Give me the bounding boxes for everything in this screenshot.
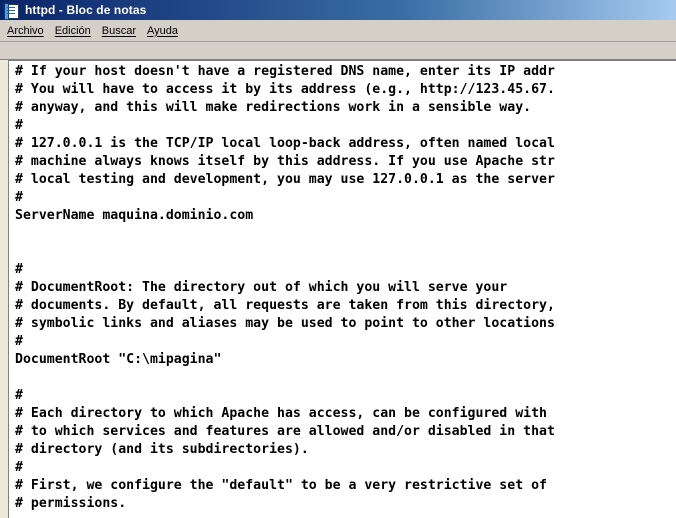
editor-line[interactable]: # symbolic links and aliases may be used…: [15, 315, 676, 333]
window-title: httpd - Bloc de notas: [25, 3, 147, 17]
menu-ayuda[interactable]: Ayuda: [142, 25, 183, 37]
notepad-icon: [4, 2, 20, 20]
text-editor-area[interactable]: # If your host doesn't have a registered…: [8, 60, 676, 518]
editor-line[interactable]: ​: [15, 369, 676, 387]
editor-line[interactable]: ​: [15, 225, 676, 243]
menu-archivo[interactable]: Archivo: [2, 25, 49, 37]
editor-line[interactable]: # local testing and development, you may…: [15, 171, 676, 189]
editor-line[interactable]: # machine always knows itself by this ad…: [15, 153, 676, 171]
editor-line[interactable]: #: [15, 117, 676, 135]
menu-divider: [0, 41, 676, 42]
editor-line[interactable]: # permissions.: [15, 495, 676, 513]
editor-line[interactable]: DocumentRoot "C:\mipagina": [15, 351, 676, 369]
editor-line[interactable]: # documents. By default, all requests ar…: [15, 297, 676, 315]
menu-bar: Archivo Edición Buscar Ayuda: [0, 20, 676, 60]
notepad-window: httpd - Bloc de notas Archivo Edición Bu…: [0, 0, 676, 518]
editor-line[interactable]: # First, we configure the "default" to b…: [15, 477, 676, 495]
editor-line[interactable]: # anyway, and this will make redirection…: [15, 99, 676, 117]
title-bar[interactable]: httpd - Bloc de notas: [0, 0, 676, 20]
menu-edicion[interactable]: Edición: [50, 25, 96, 37]
editor-line[interactable]: # directory (and its subdirectories).: [15, 441, 676, 459]
editor-line[interactable]: # If your host doesn't have a registered…: [15, 63, 676, 81]
editor-line[interactable]: ​: [15, 243, 676, 261]
menu-buscar[interactable]: Buscar: [97, 25, 141, 37]
editor-line[interactable]: #: [15, 261, 676, 279]
editor-line[interactable]: # Each directory to which Apache has acc…: [15, 405, 676, 423]
editor-line[interactable]: # 127.0.0.1 is the TCP/IP local loop-bac…: [15, 135, 676, 153]
editor-line[interactable]: # DocumentRoot: The directory out of whi…: [15, 279, 676, 297]
editor-line[interactable]: ServerName maquina.dominio.com: [15, 207, 676, 225]
editor-line[interactable]: #: [15, 459, 676, 477]
editor-content[interactable]: # If your host doesn't have a registered…: [9, 61, 676, 513]
editor-line[interactable]: # to which services and features are all…: [15, 423, 676, 441]
editor-line[interactable]: #: [15, 387, 676, 405]
editor-line[interactable]: #: [15, 333, 676, 351]
editor-line[interactable]: #: [15, 189, 676, 207]
editor-line[interactable]: # You will have to access it by its addr…: [15, 81, 676, 99]
